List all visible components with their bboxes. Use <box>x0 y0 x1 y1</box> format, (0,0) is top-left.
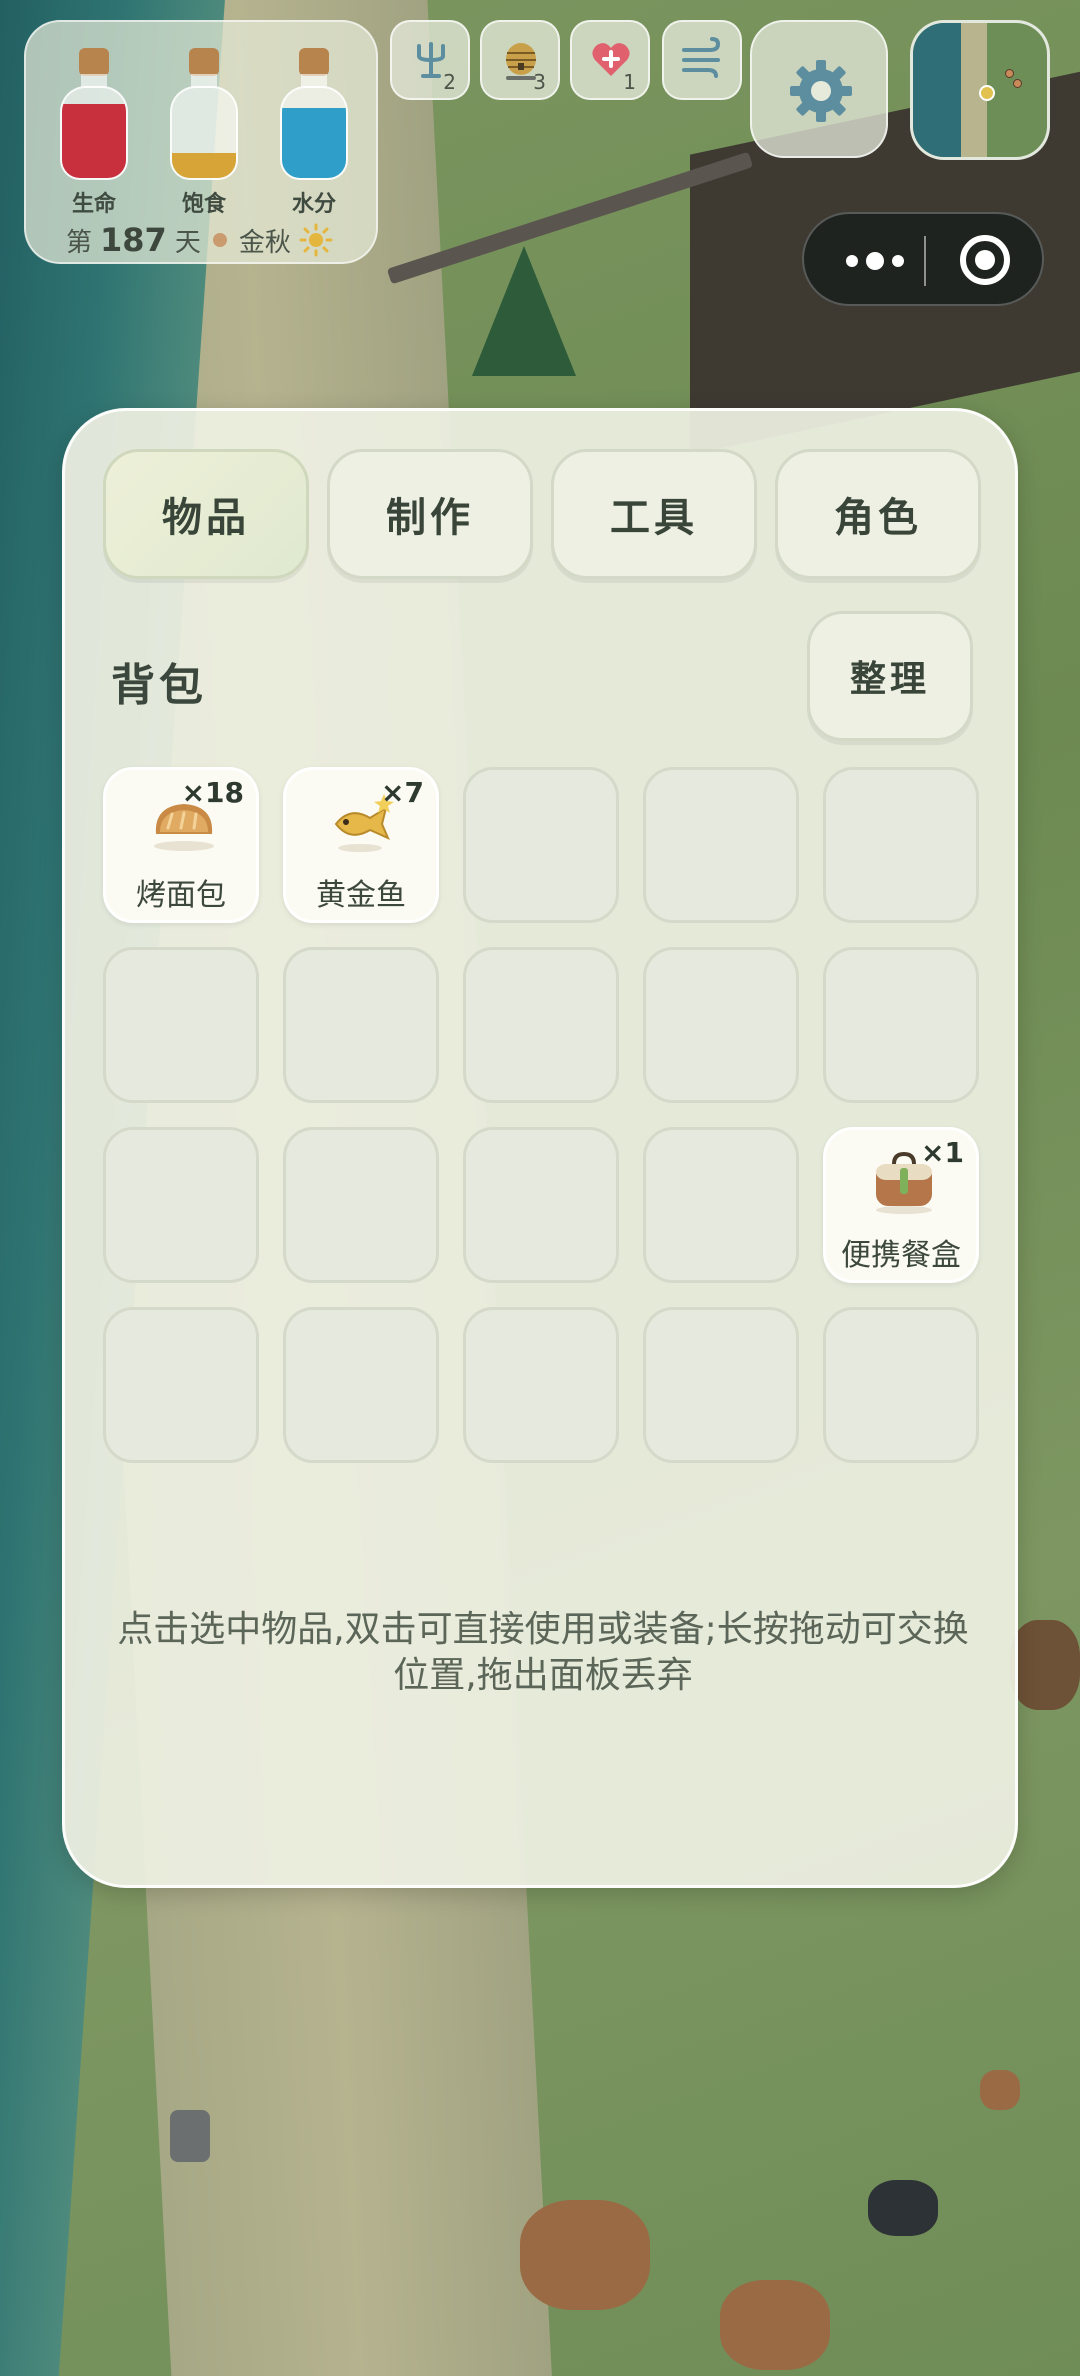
sort-button[interactable]: 整理 <box>807 611 973 741</box>
inventory-slot-empty[interactable] <box>643 1127 799 1283</box>
poi-marker <box>1013 79 1022 88</box>
backpack-title: 背包 <box>111 660 207 711</box>
inventory-slot-empty[interactable] <box>463 1307 619 1463</box>
tree-trunk <box>1010 1620 1080 1710</box>
minimap[interactable] <box>910 20 1050 160</box>
bottle-body <box>60 86 128 180</box>
player-marker <box>979 85 995 101</box>
inventory-slot-empty[interactable] <box>283 947 439 1103</box>
autumn-tree <box>720 2280 830 2370</box>
tab-items[interactable]: 物品 <box>103 449 309 579</box>
settings-button[interactable] <box>750 20 888 158</box>
inventory-slot[interactable]: ×18 烤面包 <box>103 767 259 923</box>
bottle-body <box>170 86 238 180</box>
buff-wind[interactable] <box>662 20 742 100</box>
vital-label: 饱食 <box>181 192 226 217</box>
item-quantity: ×18 <box>181 776 244 809</box>
wind-icon <box>682 37 721 78</box>
inventory-slot-empty[interactable] <box>823 1307 979 1463</box>
bottle-cork <box>189 48 219 76</box>
bottle-fill <box>282 107 346 178</box>
autumn-tree <box>520 2200 650 2310</box>
inventory-slot-empty[interactable] <box>283 1127 439 1283</box>
more-menu-button[interactable] <box>834 214 924 304</box>
vital-bottles: 生命 饱食 水分 <box>56 44 356 217</box>
inventory-slot-empty[interactable] <box>643 767 799 923</box>
day-season-row: 第 187 天 金秋 <box>66 221 333 259</box>
item-name: 便携餐盒 <box>841 1238 961 1273</box>
minimap-water <box>913 23 961 157</box>
buff-count: 3 <box>533 70 546 94</box>
inventory-slot[interactable]: ×7 黄金鱼 <box>283 767 439 923</box>
vital-label: 水分 <box>291 192 336 217</box>
vital-bottle: 水分 <box>276 44 352 224</box>
miniprogram-capsule <box>802 212 1044 306</box>
day-number: 187 <box>100 221 167 259</box>
item-name: 烤面包 <box>136 878 226 913</box>
inventory-grid: ×18 烤面包 ×7 黄金鱼 ×1 便携餐盒 <box>103 767 983 1467</box>
poi-marker <box>1005 69 1014 78</box>
small-tree <box>980 2070 1020 2110</box>
inventory-slot[interactable]: ×1 便携餐盒 <box>823 1127 979 1283</box>
tab-tools[interactable]: 工具 <box>551 449 757 579</box>
bottle-cork <box>79 48 109 76</box>
pine-tree <box>472 246 576 376</box>
close-miniprogram-button[interactable] <box>960 235 1010 285</box>
inventory-slot-empty[interactable] <box>463 767 619 923</box>
gear-icon <box>790 60 852 122</box>
inventory-slot-empty[interactable] <box>463 1127 619 1283</box>
vital-bottle: 生命 <box>56 44 132 224</box>
season-label: 金秋 <box>238 227 291 258</box>
season-dot <box>212 233 227 247</box>
vital-bottle: 饱食 <box>166 44 242 224</box>
tab-crafting[interactable]: 制作 <box>327 449 533 579</box>
inventory-slot-empty[interactable] <box>823 767 979 923</box>
bottle-cork <box>299 48 329 76</box>
day-prefix: 第 <box>66 227 93 258</box>
inventory-slot-empty[interactable] <box>103 947 259 1103</box>
vital-label: 生命 <box>71 192 116 217</box>
inventory-slot-empty[interactable] <box>823 947 979 1103</box>
buff-count: 2 <box>443 70 456 94</box>
status-card: 生命 饱食 水分 第 187 天 金秋 <box>24 20 378 264</box>
capsule-divider <box>924 236 926 286</box>
inventory-slot-empty[interactable] <box>103 1307 259 1463</box>
tab-character[interactable]: 角色 <box>775 449 981 579</box>
buff-trident[interactable]: 2 <box>390 20 470 100</box>
inventory-panel: 物品 制作 工具 角色 背包 整理 ×18 烤面包 ×7 黄金鱼 ×1 便携餐盒 点击选中… <box>62 408 1018 1888</box>
buff-beehive[interactable]: 3 <box>480 20 560 100</box>
sun-icon <box>299 223 333 257</box>
dark-rock <box>868 2180 938 2236</box>
stone-stump <box>170 2110 210 2162</box>
item-quantity: ×1 <box>921 1136 964 1169</box>
inventory-slot-empty[interactable] <box>283 1307 439 1463</box>
item-quantity: ×7 <box>381 776 424 809</box>
inventory-slot-empty[interactable] <box>103 1127 259 1283</box>
day-suffix: 天 <box>174 227 201 258</box>
item-name: 黄金鱼 <box>316 878 406 913</box>
buff-count: 1 <box>623 70 636 94</box>
inventory-slot-empty[interactable] <box>643 947 799 1103</box>
usage-hint: 点击选中物品,双击可直接使用或装备;长按拖动可交换位置,拖出面板丢弃 <box>117 1609 969 1696</box>
bottle-fill <box>172 152 236 178</box>
buff-heart[interactable]: 1 <box>570 20 650 100</box>
bottle-body <box>280 86 348 180</box>
inventory-slot-empty[interactable] <box>463 947 619 1103</box>
inventory-slot-empty[interactable] <box>643 1307 799 1463</box>
bottle-fill <box>62 104 126 178</box>
